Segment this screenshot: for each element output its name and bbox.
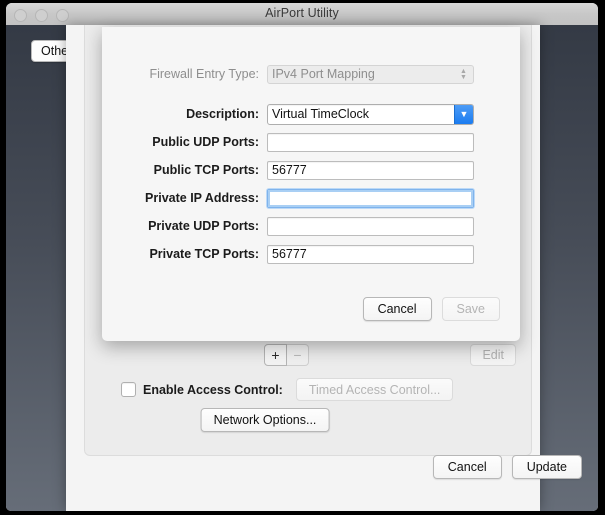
private-tcp-ports-input[interactable]: 56777 bbox=[267, 244, 474, 264]
private-ip-address-input[interactable] bbox=[267, 188, 474, 208]
description-value: Virtual TimeClock bbox=[272, 107, 370, 121]
private-udp-ports-label: Private UDP Ports: bbox=[148, 218, 259, 233]
form-row-private-udp-ports: Private UDP Ports: bbox=[102, 213, 520, 239]
window-titlebar[interactable]: AirPort Utility bbox=[6, 3, 598, 26]
sheet-save-button: Save bbox=[441, 297, 500, 321]
entry-toolbar: + − Edit bbox=[84, 344, 530, 366]
public-tcp-ports-label: Public TCP Ports: bbox=[153, 162, 259, 177]
sheet-button-group: Cancel Save bbox=[362, 297, 500, 321]
window-footer: Cancel Update bbox=[6, 443, 598, 489]
firewall-entry-type-label: Firewall Entry Type: bbox=[149, 66, 259, 81]
description-label: Description: bbox=[186, 106, 259, 121]
form-row-description: Description: Virtual TimeClock ▼ bbox=[102, 101, 520, 127]
public-udp-ports-input[interactable] bbox=[267, 132, 474, 152]
add-remove-group: + − bbox=[264, 344, 309, 366]
public-tcp-ports-value: 56777 bbox=[272, 163, 307, 177]
form-row-public-tcp-ports: Public TCP Ports: 56777 bbox=[102, 157, 520, 183]
network-options-button[interactable]: Network Options... bbox=[200, 408, 330, 432]
form-row-private-tcp-ports: Private TCP Ports: 56777 bbox=[102, 241, 520, 267]
form-row-firewall-entry-type: Firewall Entry Type: IPv4 Port Mapping ▲ ▼ bbox=[102, 61, 520, 87]
footer-cancel-button[interactable]: Cancel bbox=[432, 455, 502, 479]
sheet-cancel-button[interactable]: Cancel bbox=[362, 297, 432, 321]
description-combobox[interactable]: Virtual TimeClock ▼ bbox=[267, 103, 474, 125]
airport-utility-window: AirPort Utility Other + − Edit Enable Ac… bbox=[6, 3, 598, 511]
private-udp-ports-input[interactable] bbox=[267, 216, 474, 236]
firewall-entry-type-popup: IPv4 Port Mapping ▲ ▼ bbox=[267, 64, 474, 84]
window-title: AirPort Utility bbox=[265, 6, 339, 20]
remove-entry-button: − bbox=[287, 344, 309, 366]
private-tcp-ports-value: 56777 bbox=[272, 247, 307, 261]
access-control-row: Enable Access Control: Timed Access Cont… bbox=[121, 378, 454, 401]
add-entry-button[interactable]: + bbox=[264, 344, 287, 366]
public-tcp-ports-input[interactable]: 56777 bbox=[267, 160, 474, 180]
chevron-up-down-icon: ▲ ▼ bbox=[460, 67, 467, 81]
enable-access-control-checkbox[interactable] bbox=[121, 382, 136, 397]
firewall-entry-form: Firewall Entry Type: IPv4 Port Mapping ▲ ▼ D… bbox=[102, 61, 520, 267]
private-tcp-ports-label: Private TCP Ports: bbox=[149, 246, 259, 261]
firewall-entry-type-value: IPv4 Port Mapping bbox=[272, 67, 375, 81]
edit-entry-button: Edit bbox=[470, 344, 516, 366]
footer-update-button[interactable]: Update bbox=[511, 455, 582, 479]
firewall-entry-sheet: Firewall Entry Type: IPv4 Port Mapping ▲ ▼ D… bbox=[102, 27, 520, 341]
private-ip-address-label: Private IP Address: bbox=[145, 190, 259, 205]
timed-access-control-button: Timed Access Control... bbox=[295, 378, 454, 401]
public-udp-ports-label: Public UDP Ports: bbox=[152, 134, 259, 149]
enable-access-control-label: Enable Access Control: bbox=[143, 382, 283, 397]
form-row-private-ip-address: Private IP Address: bbox=[102, 185, 520, 211]
chevron-down-icon[interactable]: ▼ bbox=[454, 104, 473, 124]
form-row-public-udp-ports: Public UDP Ports: bbox=[102, 129, 520, 155]
